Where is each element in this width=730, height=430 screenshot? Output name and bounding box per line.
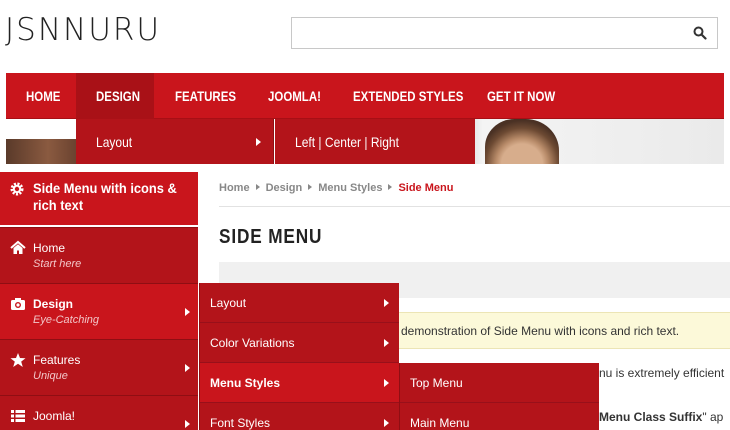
flyout-item-label: Top Menu xyxy=(410,376,463,390)
search-box[interactable] xyxy=(291,17,718,49)
sidebar-item-label: Design xyxy=(33,297,74,311)
search-input[interactable] xyxy=(292,18,682,48)
banner-image-left xyxy=(6,139,76,164)
sidebar-item-design[interactable]: Design Eye-Catching xyxy=(0,283,198,339)
site-logo[interactable]: JSNNURU xyxy=(5,12,161,48)
flyout-item-menu-styles[interactable]: Menu Styles xyxy=(200,363,399,403)
breadcrumb-separator-icon xyxy=(308,184,313,190)
flyout-item-label: Layout xyxy=(210,296,247,310)
nav-item-get-it-now[interactable]: GET IT NOW xyxy=(487,73,555,119)
dropdown-item-layout[interactable]: Layout xyxy=(76,119,274,164)
breadcrumb-separator-icon xyxy=(388,184,393,190)
dropdown-submenu-label: Left | Center | Right xyxy=(295,134,399,150)
info-note: demonstration of Side Menu with icons an… xyxy=(399,312,730,349)
chevron-right-icon xyxy=(185,308,190,316)
sidebar-item-sublabel: Start here xyxy=(33,258,82,270)
chevron-right-icon xyxy=(384,419,389,427)
nav-item-design[interactable]: DESIGN xyxy=(96,73,140,119)
breadcrumb-separator-icon xyxy=(255,184,260,190)
side-menu-header: Side Menu with icons & rich text xyxy=(0,172,198,225)
flyout-item-layout[interactable]: Layout xyxy=(200,283,399,323)
chevron-right-icon xyxy=(185,420,190,428)
flyout-item-font-styles[interactable]: Font Styles xyxy=(200,403,399,430)
star-icon xyxy=(10,353,26,367)
chevron-right-icon xyxy=(384,379,389,387)
chevron-right-icon xyxy=(256,138,261,146)
breadcrumb-current: Side Menu xyxy=(398,182,454,194)
sidebar-item-label: Features xyxy=(33,353,81,367)
gear-icon xyxy=(10,182,24,196)
info-note-text: demonstration of Side Menu with icons an… xyxy=(401,324,680,338)
sidebar-item-sublabel: Eye-Catching xyxy=(33,314,100,326)
flyout-menu-design: Layout Color Variations Menu Styles Font… xyxy=(199,283,399,430)
search-icon[interactable] xyxy=(693,26,707,40)
camera-icon xyxy=(11,298,25,310)
nav-item-joomla[interactable]: JOOMLA! xyxy=(268,73,321,119)
flyout-item-color-variations[interactable]: Color Variations xyxy=(200,323,399,363)
chevron-right-icon xyxy=(185,364,190,372)
side-menu-title: Side Menu with icons & rich text xyxy=(33,180,177,213)
content-bold-text: Menu Class Suffix xyxy=(599,410,703,424)
flyout-item-top-menu[interactable]: Top Menu xyxy=(400,363,599,403)
sidebar-item-home[interactable]: Home Start here xyxy=(0,227,198,283)
list-icon xyxy=(11,410,25,422)
content-text-rest: " ap xyxy=(702,410,724,424)
dropdown-item-label: Layout xyxy=(96,134,133,150)
chevron-right-icon xyxy=(384,299,389,307)
sidebar-item-label: Joomla! xyxy=(33,409,76,423)
banner-face-image xyxy=(485,119,559,164)
flyout-item-label: Color Variations xyxy=(210,336,295,350)
home-icon xyxy=(10,240,26,254)
sidebar-item-sublabel: Unique xyxy=(33,370,68,382)
sidebar-item-joomla[interactable]: Joomla! xyxy=(0,395,198,430)
breadcrumb-link-design[interactable]: Design xyxy=(266,182,303,194)
breadcrumb-link-menu-styles[interactable]: Menu Styles xyxy=(318,182,382,194)
breadcrumb-divider xyxy=(219,206,730,207)
sidebar-item-label: Home xyxy=(33,241,66,255)
content-paragraph: nu is extremely efficient xyxy=(599,366,725,380)
breadcrumb: Home Design Menu Styles Side Menu xyxy=(219,182,453,194)
flyout-item-label: Font Styles xyxy=(210,416,271,430)
nav-item-home[interactable]: HOME xyxy=(26,73,60,119)
page-title: SIDE MENU xyxy=(219,226,323,248)
flyout-item-label: Menu Styles xyxy=(210,376,281,390)
breadcrumb-link-home[interactable]: Home xyxy=(219,182,250,194)
dropdown-submenu-layout-options[interactable]: Left | Center | Right xyxy=(275,119,475,164)
chevron-right-icon xyxy=(384,339,389,347)
flyout-item-label: Main Menu xyxy=(410,416,470,430)
content-paragraph-2: Menu Class Suffix" ap xyxy=(599,410,723,424)
flyout-menu-menu-styles: Top Menu Main Menu xyxy=(399,363,599,430)
sidebar-item-features[interactable]: Features Unique xyxy=(0,339,198,395)
banner-image-right xyxy=(475,119,724,164)
flyout-item-main-menu[interactable]: Main Menu xyxy=(400,403,599,430)
main-nav: HOME DESIGN FEATURES JOOMLA! EXTENDED ST… xyxy=(6,73,724,119)
nav-item-features[interactable]: FEATURES xyxy=(175,73,236,119)
nav-item-extended-styles[interactable]: EXTENDED STYLES xyxy=(353,73,463,119)
